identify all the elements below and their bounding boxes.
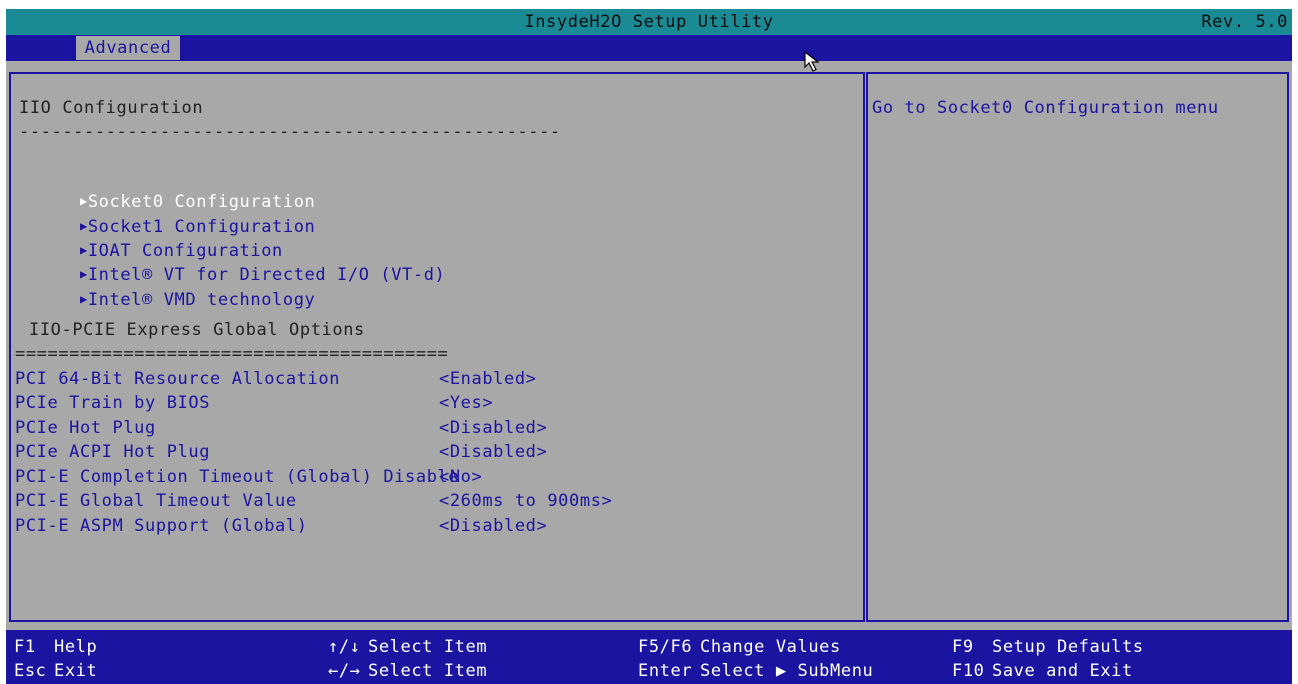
revision-label: Rev. 5.0	[1201, 12, 1288, 32]
key-leftright: ←/→	[328, 661, 361, 681]
key-f10: F10	[952, 661, 985, 681]
key-updown-action: Select Item	[368, 637, 488, 657]
menu-bar: Advanced	[6, 35, 1292, 61]
window-title: InsydeH2O Setup Utility	[524, 12, 774, 32]
key-f9: F9	[952, 637, 974, 657]
key-leftright-action: Select Item	[368, 661, 488, 681]
setting-value[interactable]: <No>	[439, 467, 482, 487]
setting-label: PCIe Hot Plug	[15, 418, 156, 438]
setting-value[interactable]: <Disabled>	[439, 442, 547, 462]
help-panel: Go to Socket0 Configuration menu	[866, 72, 1289, 622]
key-updown: ↑/↓	[328, 637, 361, 657]
setting-label: PCI-E Completion Timeout (Global) Disabl…	[15, 467, 460, 487]
submenu-label: Intel® VMD technology	[87, 290, 316, 310]
setting-value[interactable]: <Enabled>	[439, 369, 537, 389]
key-legend: F1 Help Esc Exit ↑/↓ Select Item ←/→ Sel…	[6, 630, 1292, 684]
setting-value[interactable]: <Disabled>	[439, 516, 547, 536]
right-triangle-icon: ▶	[80, 292, 88, 306]
mouse-pointer-icon	[804, 50, 826, 78]
setting-label: PCI-E ASPM Support (Global)	[15, 516, 308, 536]
main-area: IIO Configuration ----------------------…	[6, 61, 1292, 630]
key-f5f6-action: Change Values	[700, 637, 841, 657]
key-f5f6: F5/F6	[638, 637, 693, 657]
key-enter: Enter	[638, 661, 693, 681]
tab-advanced[interactable]: Advanced	[76, 36, 180, 60]
setting-label: PCI-E Global Timeout Value	[15, 491, 297, 511]
key-esc: Esc	[14, 661, 47, 681]
title-bar: InsydeH2O Setup Utility Rev. 5.0	[6, 9, 1292, 35]
help-text: Go to Socket0 Configuration menu	[872, 98, 1219, 118]
key-enter-action: Select ▶ SubMenu	[700, 661, 874, 681]
key-f10-action: Save and Exit	[992, 661, 1133, 681]
setting-value[interactable]: <Yes>	[439, 393, 493, 413]
key-esc-action: Exit	[54, 661, 98, 681]
options-divider: ========================================	[15, 344, 449, 364]
setting-label: PCIe ACPI Hot Plug	[15, 442, 211, 462]
key-f1-action: Help	[54, 637, 98, 657]
key-f1: F1	[14, 637, 36, 657]
setting-label: PCI 64-Bit Resource Allocation	[15, 369, 341, 389]
setting-value[interactable]: <260ms to 900ms>	[439, 491, 612, 511]
options-title: IIO-PCIE Express Global Options	[29, 320, 365, 340]
key-f9-action: Setup Defaults	[992, 637, 1144, 657]
setting-label: PCIe Train by BIOS	[15, 393, 211, 413]
settings-panel: IIO Configuration ----------------------…	[9, 72, 865, 622]
setting-value[interactable]: <Disabled>	[439, 418, 547, 438]
section-title: IIO Configuration	[19, 98, 204, 118]
section-divider: ----------------------------------------…	[19, 122, 561, 142]
